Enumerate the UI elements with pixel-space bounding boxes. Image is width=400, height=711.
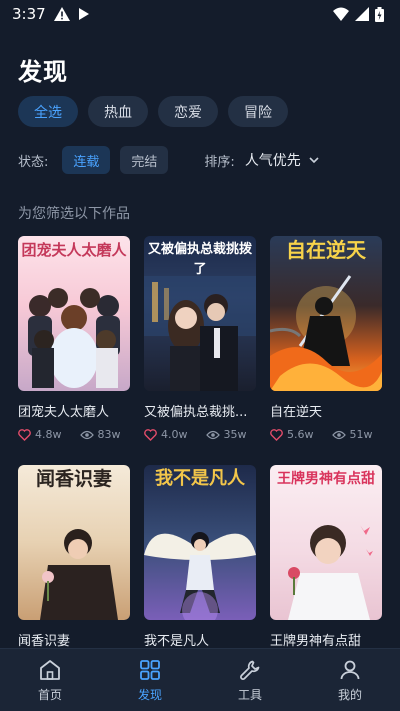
chip-all[interactable]: 全选 <box>18 96 78 127</box>
nav-tools-label: 工具 <box>237 687 262 702</box>
user-icon <box>340 660 360 679</box>
book-cover[interactable]: 又被偏执总裁挑拨了 <box>144 236 256 391</box>
view-count: 83w <box>97 428 121 441</box>
status-bar: 3:37 <box>0 0 400 28</box>
warning-icon <box>53 7 70 21</box>
book-title: 我不是凡人 <box>144 634 210 649</box>
book-card[interactable]: 王牌男神有点甜 王牌男神有点甜 <box>270 465 382 649</box>
filter-row: 状态: 连载 完结 排序: 人气优先 <box>18 146 382 174</box>
chip-adventure[interactable]: 冒险 <box>228 96 288 127</box>
status-filter-label: 状态: <box>18 154 49 170</box>
chevron-down-icon <box>309 156 319 163</box>
book-card[interactable]: 闻香识妻 闻香识妻 <box>18 465 130 649</box>
eye-icon <box>79 430 94 439</box>
like-count: 4.0w <box>161 428 188 441</box>
book-cover[interactable]: 我不是凡人 <box>144 465 256 620</box>
cover-title: 闻香识妻 <box>35 468 112 490</box>
status-completed-button[interactable]: 完结 <box>120 146 169 174</box>
nav-profile[interactable]: 我的 <box>310 658 390 703</box>
book-stats: 5.6w 51w <box>270 428 382 441</box>
book-card[interactable]: 团宠夫人太磨人 团宠夫人太磨人 4.8w 83w <box>18 236 130 441</box>
book-title: 王牌男神有点甜 <box>270 634 362 649</box>
view-count: 35w <box>223 428 247 441</box>
bottom-nav: 首页 发现 工具 我的 <box>0 648 400 711</box>
book-title: 闻香识妻 <box>18 634 71 649</box>
nav-tools[interactable]: 工具 <box>210 658 290 703</box>
home-icon <box>40 659 60 680</box>
cover-title: 王牌男神有点甜 <box>277 471 375 487</box>
nav-home-label: 首页 <box>37 687 62 702</box>
sort-label: 排序: <box>204 154 235 170</box>
book-cover[interactable]: 自在逆天 <box>270 236 382 391</box>
play-icon <box>78 8 89 20</box>
status-ongoing-button[interactable]: 连载 <box>62 146 111 174</box>
book-title: 又被偏执总裁挑... <box>144 405 248 420</box>
book-title: 团宠夫人太磨人 <box>18 405 110 420</box>
nav-profile-label: 我的 <box>337 687 362 702</box>
book-cover[interactable]: 王牌男神有点甜 <box>270 465 382 620</box>
eye-icon <box>205 430 220 439</box>
nav-home[interactable]: 首页 <box>10 658 90 703</box>
book-card[interactable]: 我不是凡人 我不是凡人 <box>144 465 256 649</box>
category-chips: 全选 热血 恋爱 冒险 <box>18 96 288 127</box>
like-count: 5.6w <box>287 428 314 441</box>
wifi-icon <box>333 7 349 21</box>
wrench-icon <box>240 660 260 680</box>
sort-value: 人气优先 <box>244 153 301 169</box>
book-card[interactable]: 又被偏执总裁挑拨了 又被偏执总裁挑... 4.0w 35w <box>144 236 256 441</box>
book-stats: 4.8w 83w <box>18 428 130 441</box>
cover-title: 又被偏执总裁挑拨了 <box>147 242 252 277</box>
sort-dropdown[interactable]: 人气优先 <box>245 150 319 170</box>
view-count: 51w <box>349 428 373 441</box>
heart-icon <box>270 428 283 441</box>
like-count: 4.8w <box>35 428 62 441</box>
cover-art <box>28 288 120 388</box>
battery-icon <box>375 6 384 22</box>
book-cover[interactable]: 闻香识妻 <box>18 465 130 620</box>
signal-icon <box>355 7 369 21</box>
book-title: 自在逆天 <box>270 405 323 420</box>
heart-icon <box>18 428 31 441</box>
cover-title: 自在逆天 <box>286 238 366 262</box>
nav-discover[interactable]: 发现 <box>110 658 190 703</box>
cover-title: 我不是凡人 <box>155 468 245 489</box>
chip-romance[interactable]: 恋爱 <box>158 96 218 127</box>
book-cover[interactable]: 团宠夫人太磨人 <box>18 236 130 391</box>
grid-icon <box>140 659 160 680</box>
book-card[interactable]: 自在逆天 自在逆天 5.6w 51w <box>270 236 382 441</box>
status-time: 3:37 <box>12 5 46 23</box>
page-title: 发现 <box>18 58 68 86</box>
nav-discover-label: 发现 <box>137 687 162 702</box>
book-stats: 4.0w 35w <box>144 428 256 441</box>
book-grid: 团宠夫人太磨人 团宠夫人太磨人 4.8w 83w 又被偏执总裁挑拨了 又被偏执总… <box>18 236 382 649</box>
heart-icon <box>144 428 157 441</box>
section-label: 为您筛选以下作品 <box>18 206 130 222</box>
chip-action[interactable]: 热血 <box>88 96 148 127</box>
eye-icon <box>331 430 346 439</box>
